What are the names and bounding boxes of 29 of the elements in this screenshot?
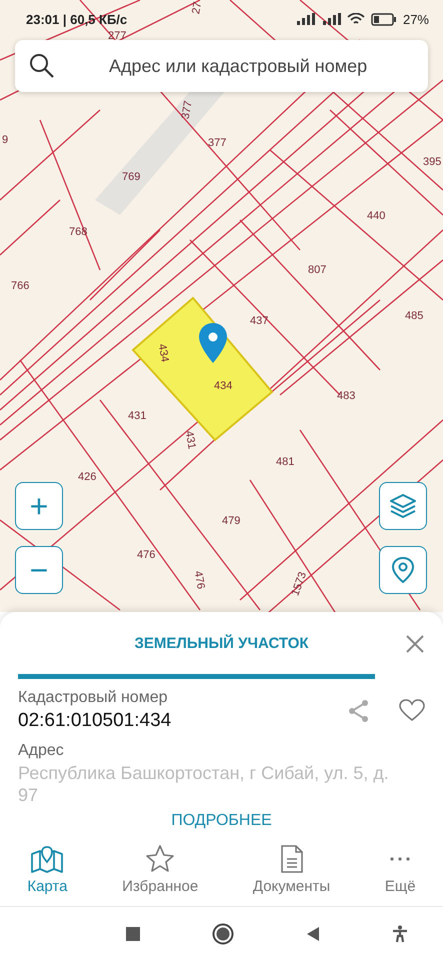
parcel-number: 766: [11, 280, 30, 292]
parcel-number: 434: [214, 380, 232, 392]
field-label: Кадастровый номер: [18, 689, 168, 707]
field-value: 02:61:010501:434: [18, 710, 172, 732]
parcel-number: 483: [337, 390, 356, 402]
parcel-number: 426: [78, 471, 96, 483]
field-label: Адрес: [18, 742, 65, 760]
parcel-number: 377: [180, 100, 195, 120]
parcel-number: 437: [250, 315, 268, 327]
parcel-number: 476: [192, 570, 207, 590]
parcel-number: 1573: [289, 570, 310, 598]
parcel-number: 769: [122, 171, 140, 183]
parcel-number: 431: [128, 410, 146, 422]
parcel-number: 395: [423, 156, 442, 168]
battery-level: 27%: [402, 12, 429, 26]
parcel-number: 431: [182, 430, 198, 450]
parcel-number: 440: [367, 210, 386, 222]
parcel-number: 485: [405, 310, 424, 322]
parcel-number: 481: [276, 456, 294, 468]
field-value: Республика Башкортостан, г Сибай, ул. 5, д. 97: [18, 763, 390, 806]
parcel-number: 807: [308, 264, 326, 276]
parcel-number: 434: [156, 342, 171, 364]
parcel-number: 27: [190, 0, 204, 16]
parcel-number: 476: [137, 549, 156, 561]
parcel-number: 9: [2, 134, 8, 146]
status-time: 23:01 | 60,5 КБ/с: [26, 12, 128, 26]
parcel-number: 377: [208, 137, 226, 149]
parcel-number: 479: [222, 515, 240, 527]
sheet-title: ЗЕМЕЛЬНЫЙ УЧАСТОК: [134, 634, 309, 652]
